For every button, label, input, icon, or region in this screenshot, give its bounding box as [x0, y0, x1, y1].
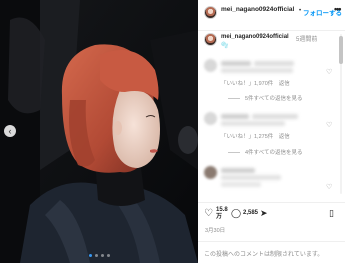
heart-icon[interactable]: ♡: [326, 183, 332, 191]
heart-icon[interactable]: ♡: [204, 208, 213, 219]
reply-button[interactable]: 返信: [279, 81, 290, 87]
carousel-prev-button[interactable]: ‹: [4, 125, 16, 137]
carousel-dot: [94, 254, 98, 257]
comment-meta: 「いいね！」1,275件 返信: [221, 132, 294, 140]
caption-text: 🫧: [221, 43, 229, 49]
list-item: ♡: [198, 165, 338, 201]
comment-avatar: [204, 59, 217, 72]
heart-icon[interactable]: ♡: [326, 121, 332, 129]
reply-button[interactable]: 返信: [279, 134, 290, 140]
view-replies-link[interactable]: 4件すべての返信を見る: [228, 148, 302, 156]
comments-restricted-notice: この投稿へのコメントは制限されています。: [204, 252, 324, 258]
header-username[interactable]: mei_nagano0924official: [221, 5, 299, 14]
comment-avatar: [204, 112, 217, 125]
comment-likes: 「いいね！」1,275件: [221, 134, 274, 140]
carousel-dot: [106, 254, 110, 257]
comment-meta: 「いいね！」1,970件 返信: [221, 79, 294, 87]
share-icon[interactable]: ➤: [260, 208, 268, 219]
comment-text-blurred: [221, 68, 293, 73]
comment-restricted-footer: この投稿へのコメントは制限されています。: [198, 241, 345, 264]
list-item: ♡ 「いいね！」1,275件 返信 4件すべての返信を見る: [198, 111, 338, 171]
caption-avatar[interactable]: [204, 33, 217, 46]
comment-text-blurred: [221, 121, 285, 126]
avatar[interactable]: [204, 6, 217, 19]
comment-text-blurred: [252, 114, 298, 119]
portrait-image: [0, 0, 198, 263]
carousel-dot: [100, 254, 104, 257]
separator-dot: •: [299, 8, 302, 14]
heart-icon[interactable]: ♡: [326, 68, 332, 76]
post-header: mei_nagano0924official • フォローする •••: [198, 0, 345, 31]
instagram-post-embed: ‹ mei_nagano0924official • フォローする ••• me…: [0, 0, 345, 263]
comment-text-blurred: [221, 175, 281, 180]
list-item: ♡ 「いいね！」1,970件 返信 5件すべての返信を見る: [198, 58, 338, 118]
carousel-dots: [0, 254, 198, 257]
comment-username-blurred: [221, 114, 249, 119]
view-replies-link[interactable]: 5件すべての返信を見る: [228, 94, 302, 102]
post-photo[interactable]: ‹: [0, 0, 198, 263]
comment-username-blurred: [221, 168, 255, 173]
post-actions: ♡ 15.8万 ◯ 2,585 ➤ ▯: [198, 202, 345, 227]
bookmark-icon[interactable]: ▯: [329, 208, 334, 219]
comment-username-blurred: [221, 61, 251, 66]
likes-count: 15.8万: [216, 207, 228, 220]
comments-section: mei_nagano0924official 5週間前 🫧 ♡ 「いいね！」1,…: [198, 31, 345, 201]
caption-username[interactable]: mei_nagano0924official: [221, 34, 289, 40]
comment-icon[interactable]: ◯: [231, 208, 241, 219]
comment-likes: 「いいね！」1,970件: [221, 81, 274, 87]
post-side-panel: mei_nagano0924official • フォローする ••• mei_…: [198, 0, 345, 263]
comment-text-blurred: [254, 61, 294, 66]
more-dots-icon[interactable]: •••: [334, 4, 342, 14]
comments-count: 2,585: [243, 210, 259, 216]
comment-text-blurred: [221, 182, 261, 187]
comment-avatar: [204, 166, 217, 179]
caption-time: 5週間前: [296, 37, 318, 43]
post-date: 3月30日: [205, 228, 226, 234]
comments-scrollbar[interactable]: [339, 34, 343, 194]
carousel-dot: [88, 254, 92, 257]
scroll-thumb[interactable]: [339, 36, 343, 64]
